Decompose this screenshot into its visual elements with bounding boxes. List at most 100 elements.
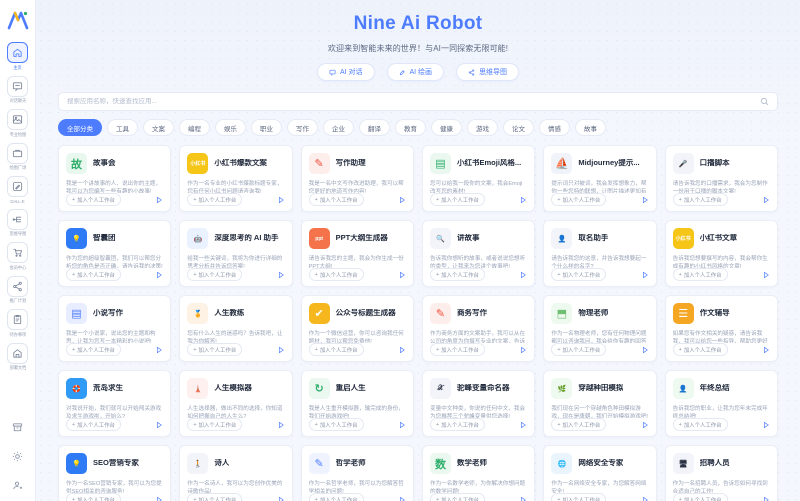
sidebar-item-3[interactable]: 绘图广场	[0, 140, 35, 174]
app-card[interactable]: 🎤 口播脚本 请告诉我您的口播需求，我会为您制作一份用于口播的脚本文案! + 加入个人工…	[664, 145, 778, 212]
app-card[interactable]: 𝒳 驼峰变量命名器 变量中文种类，你说的任何中文，我会为您推荐三个驼峰变量供您选择!…	[422, 370, 536, 437]
play-icon[interactable]	[277, 196, 285, 204]
category-tab-7[interactable]: 企业	[323, 119, 354, 136]
app-card[interactable]: ▤ 小说写作 我是一个小说家，说出您的主题和构思，让我为您写一本精彩的小说吧! + 加入…	[58, 295, 172, 362]
add-to-workspace-button[interactable]: + 加入个人工作台	[308, 193, 364, 206]
app-card[interactable]: 👤 取名助手 请告诉我您的这意，并告诉我想要起一个什么样的名字? + 加入个人工作台	[543, 220, 657, 287]
app-card[interactable]: 数数学老师 作为一名数学老师，为你解决你想问题的数学问题! + 加入个人工作台	[422, 445, 536, 501]
sidebar-item-1[interactable]: 对话聊天	[0, 73, 35, 107]
user-icon[interactable]	[9, 476, 27, 494]
app-card[interactable]: 🏅 人生教练 您有什么人生的迷惑吗？告诉我吧，让我为你解答! + 加入个人工作台	[179, 295, 293, 362]
play-icon[interactable]	[398, 496, 406, 501]
play-icon[interactable]	[277, 271, 285, 279]
add-to-workspace-button[interactable]: + 加入个人工作台	[308, 343, 364, 356]
quick-action-2[interactable]: 思维导图	[456, 63, 520, 81]
quick-action-1[interactable]: AI 绘画	[386, 63, 445, 81]
add-to-workspace-button[interactable]: + 加入个人工作台	[672, 343, 728, 356]
theme-sun-icon[interactable]	[9, 447, 27, 465]
app-card[interactable]: ppt PPT大纲生成器 请告诉我您的主题，我会为你生成一份PPT大纲! + 加入个人工…	[300, 220, 414, 287]
app-card[interactable]: 💡 智囊团 作为您的超级智囊团，我们可以帮您分析您的角色是否正确，请告诉我的决策! +…	[58, 220, 172, 287]
play-icon[interactable]	[155, 421, 163, 429]
add-to-workspace-button[interactable]: + 加入个人工作台	[430, 193, 485, 206]
play-icon[interactable]	[519, 421, 527, 429]
add-to-workspace-button[interactable]: + 加入个人工作台	[430, 493, 485, 501]
sidebar-item-8[interactable]: 待办事项	[0, 306, 35, 340]
app-card[interactable]: ✎ 商务写作作为商务方面的文案助手，我可以从在公司的角度为你撰写专业的文案，告诉我…	[422, 295, 536, 362]
play-icon[interactable]	[519, 346, 527, 354]
search-icon[interactable]	[760, 97, 769, 106]
play-icon[interactable]	[155, 496, 163, 501]
app-card[interactable]: 🛟 荒岛求生 对我说开始，我们就可以开始闯关游戏及求生游戏啦，开始么? + 加入个人工作…	[58, 370, 172, 437]
add-to-workspace-button[interactable]: + 加入个人工作台	[308, 493, 364, 501]
add-to-workspace-button[interactable]: + 加入个人工作台	[66, 418, 121, 431]
play-icon[interactable]	[277, 421, 285, 429]
category-tab-5[interactable]: 职业	[251, 119, 282, 136]
app-card[interactable]: ✎ 哲学老师 作为一名哲学老师，我可以为您解答哲学相关的问题! + 加入个人工作台	[300, 445, 414, 501]
app-card[interactable]: ⬒ 物理老师 作为一名物理老师，您有任何物理问题都可以咨询我问，我会给你有趣的回答 +…	[543, 295, 657, 362]
app-card[interactable]: ⛵ Midjourney提示... 提示词只对被词，我会发挥想象力，帮你一些您特的联…	[543, 145, 657, 212]
add-to-workspace-button[interactable]: + 加入个人工作台	[430, 343, 485, 356]
app-card[interactable]: 🖥 招聘人员 作为一名招聘人员，告诉您如何寻找到合适自己的工作! + 加入个人工作台	[664, 445, 778, 501]
app-card[interactable]: ↻ 重启人生 我是人生重开模拟器，输完成的身份，我们开始游戏吧! + 加入个人工作台	[300, 370, 414, 437]
app-card[interactable]: 🤖 深度思考的 AI 助手 给我一些关键词，我将为你进行详细的思考分析并告诉您答案!…	[179, 220, 293, 287]
play-icon[interactable]	[762, 496, 770, 501]
play-icon[interactable]	[762, 271, 770, 279]
category-tab-13[interactable]: 情感	[539, 119, 570, 136]
app-card[interactable]: 🌿 穿越种田模拟 我们现在另一个穿越角色种田模拟游戏，现在是唐朝，我们开始模拟游戏吧…	[543, 370, 657, 437]
add-to-workspace-button[interactable]: + 加入个人工作台	[430, 268, 485, 281]
add-to-workspace-button[interactable]: + 加入个人工作台	[66, 193, 121, 206]
play-icon[interactable]	[762, 346, 770, 354]
add-to-workspace-button[interactable]: + 加入个人工作台	[672, 418, 728, 431]
play-icon[interactable]	[277, 346, 285, 354]
play-icon[interactable]	[398, 271, 406, 279]
play-icon[interactable]	[641, 271, 649, 279]
play-icon[interactable]	[519, 271, 527, 279]
add-to-workspace-button[interactable]: + 加入个人工作台	[551, 343, 607, 356]
search-box[interactable]	[58, 92, 778, 111]
category-tab-2[interactable]: 文案	[143, 119, 174, 136]
sidebar-item-9[interactable]: 部署文档	[0, 340, 35, 374]
category-tab-6[interactable]: 写作	[287, 119, 318, 136]
add-to-workspace-button[interactable]: + 加入个人工作台	[187, 493, 243, 501]
app-card[interactable]: 故故事会 我是一个讲故事的人、说出你的主题，我可以为您编写一些有趣的小故事! + 加入…	[58, 145, 172, 212]
category-tab-14[interactable]: 故事	[575, 119, 606, 136]
sidebar-item-7[interactable]: 推广计划	[0, 273, 35, 307]
add-to-workspace-button[interactable]: + 加入个人工作台	[308, 268, 364, 281]
play-icon[interactable]	[155, 196, 163, 204]
add-to-workspace-button[interactable]: + 加入个人工作台	[187, 343, 243, 356]
play-icon[interactable]	[641, 496, 649, 501]
play-icon[interactable]	[762, 196, 770, 204]
category-tab-4[interactable]: 娱乐	[215, 119, 246, 136]
add-to-workspace-button[interactable]: + 加入个人工作台	[430, 418, 485, 431]
sidebar-item-6[interactable]: 会员中心	[0, 239, 35, 273]
app-card[interactable]: 🗼 人生模拟器 人生选择器，做出不同的选择，你知道如何把握自己的人生么? + 加入个人工…	[179, 370, 293, 437]
add-to-workspace-button[interactable]: + 加入个人工作台	[187, 193, 243, 206]
add-to-workspace-button[interactable]: + 加入个人工作台	[551, 418, 607, 431]
play-icon[interactable]	[398, 421, 406, 429]
play-icon[interactable]	[155, 271, 163, 279]
category-tab-12[interactable]: 论文	[503, 119, 534, 136]
category-tab-11[interactable]: 游戏	[467, 119, 498, 136]
play-icon[interactable]	[519, 496, 527, 501]
add-to-workspace-button[interactable]: + 加入个人工作台	[66, 493, 121, 501]
sidebar-item-2[interactable]: 专业绘图	[0, 106, 35, 140]
add-to-workspace-button[interactable]: + 加入个人工作台	[672, 193, 728, 206]
app-card[interactable]: ▤ 小红书Emoji风格... 您可以给我一段你的文案，我会Emoji改写您的素材!…	[422, 145, 536, 212]
play-icon[interactable]	[155, 346, 163, 354]
app-card[interactable]: 🌐 网络安全专家 作为一名网络安全专家，为您解答网络安全! + 加入个人工作台	[543, 445, 657, 501]
sidebar-item-4[interactable]: DALL-E	[0, 173, 35, 206]
category-tab-10[interactable]: 健康	[431, 119, 462, 136]
quick-action-0[interactable]: AI 对话	[316, 63, 375, 81]
add-to-workspace-button[interactable]: + 加入个人工作台	[551, 193, 607, 206]
app-card[interactable]: 🔍 讲故事 告诉我你想听的故事，或者说说您想听的类型，让我来为您讲个故事吧! + 加入个…	[422, 220, 536, 287]
app-card[interactable]: 小红书 小红书爆款文案 作为一名专业的小红书爆款标题专家，您有任何小红书问题请咨询我…	[179, 145, 293, 212]
archive-icon[interactable]	[9, 418, 27, 436]
add-to-workspace-button[interactable]: + 加入个人工作台	[551, 268, 607, 281]
add-to-workspace-button[interactable]: + 加入个人工作台	[187, 418, 243, 431]
category-tab-8[interactable]: 翻译	[359, 119, 390, 136]
add-to-workspace-button[interactable]: + 加入个人工作台	[187, 268, 243, 281]
app-card[interactable]: ✔ 公众号标题生成器 作为一个微信运营，你可以咨询我任何题材，我可以帮您免费他! + 加…	[300, 295, 414, 362]
play-icon[interactable]	[277, 496, 285, 501]
play-icon[interactable]	[762, 421, 770, 429]
category-tab-0[interactable]: 全部分类	[58, 119, 102, 136]
